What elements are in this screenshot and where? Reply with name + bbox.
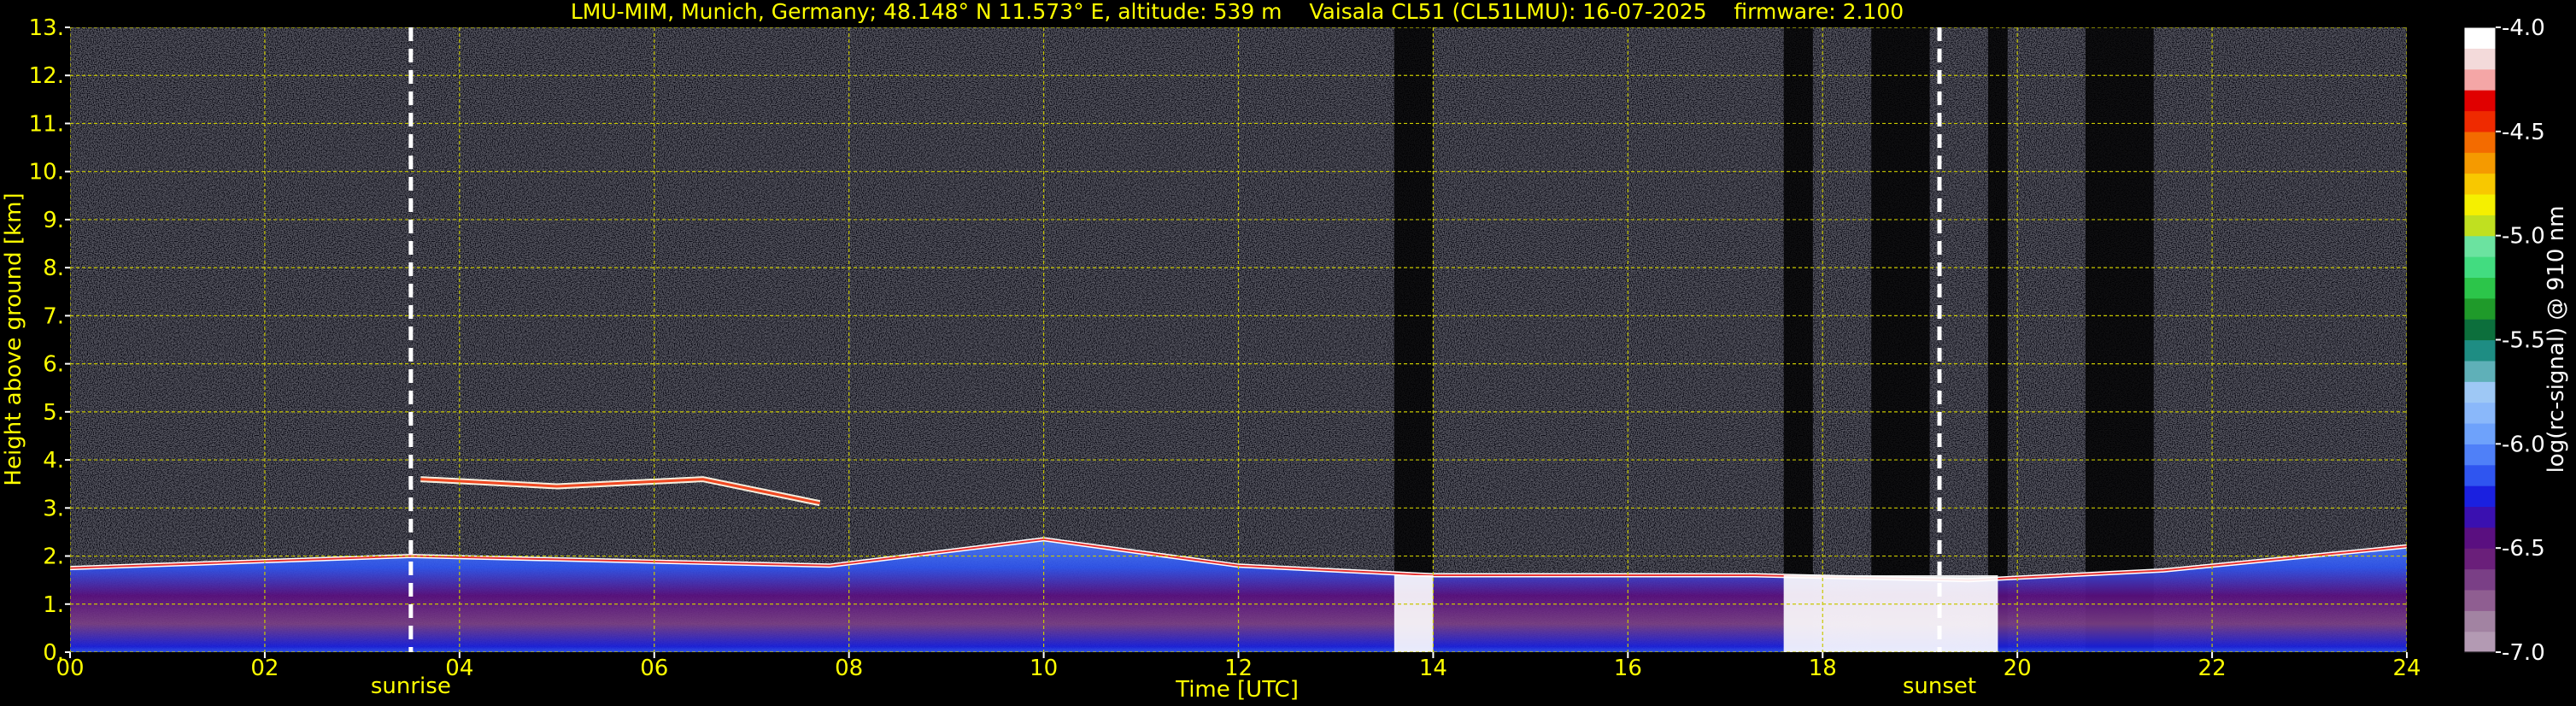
y-tick-label: 13.: [29, 15, 64, 41]
colorbar-tick-label: -6.0: [2502, 432, 2545, 457]
colorbar-segment: [2464, 193, 2496, 215]
colorbar-tick-label: -4.0: [2502, 15, 2545, 41]
y-tick-label: 0.: [43, 640, 64, 666]
colorbar-segment: [2464, 339, 2496, 362]
colorbar-tick-label: -6.5: [2502, 536, 2545, 562]
signal-gap: [1783, 27, 1813, 652]
colorbar-segment: [2464, 360, 2496, 382]
colorbar-tick-label: -5.0: [2502, 224, 2545, 250]
x-tick-label: 08: [835, 656, 863, 681]
colorbar: [2463, 26, 2497, 653]
x-tick-label: 02: [250, 656, 279, 681]
colorbar-segment: [2464, 277, 2496, 299]
colorbar-segment: [2464, 527, 2496, 549]
signal-gap: [1987, 27, 2008, 652]
colorbar-segment: [2464, 506, 2496, 528]
colorbar-segment: [2464, 297, 2496, 320]
colorbar-segment: [2464, 631, 2496, 653]
colorbar-label: log(rc-signal) @ 910 nm: [2544, 206, 2569, 474]
colorbar-segment: [2464, 27, 2496, 49]
colorbar-tick-label: -5.5: [2502, 328, 2545, 354]
plot-area: [70, 27, 2407, 652]
colorbar-segment: [2464, 131, 2496, 153]
colorbar-segment: [2464, 464, 2496, 486]
y-tick-label: 7.: [43, 303, 64, 329]
colorbar-segment: [2464, 319, 2496, 341]
ceilometer-figure: 00 02 04 06 08 10 12 14 16 18 20 22 24 0.1.2.3.4.5.6…: [0, 0, 2576, 706]
event-label-sunset: sunset: [1903, 674, 1976, 699]
y-tick-label: 8.: [43, 256, 64, 281]
colorbar-segment: [2464, 568, 2496, 591]
y-tick-label: 2.: [43, 544, 64, 570]
y-tick-label: 12.: [29, 63, 64, 89]
x-tick-label: 24: [2392, 656, 2421, 681]
colorbar-segment: [2464, 173, 2496, 195]
signal-gap: [2085, 27, 2154, 652]
cloud-block: [1394, 575, 1434, 652]
colorbar-segment: [2464, 90, 2496, 112]
cloud-block: [1783, 575, 1998, 652]
colorbar-segment: [2464, 548, 2496, 570]
colorbar-segment: [2464, 235, 2496, 257]
signal-gap: [1394, 27, 1434, 652]
chart-title: LMU-MIM, Munich, Germany; 48.148° N 11.5…: [571, 0, 1904, 24]
colorbar-segment: [2464, 589, 2496, 611]
y-tick-label: 1.: [43, 592, 64, 618]
colorbar-segment: [2464, 68, 2496, 91]
colorbar-segment: [2464, 110, 2496, 132]
colorbar-segment: [2464, 422, 2496, 444]
event-label-sunrise: sunrise: [371, 674, 451, 699]
y-tick-label: 11.: [29, 111, 64, 137]
y-axis-label: Height above ground [km]: [1, 192, 26, 485]
y-tick-label: 9.: [43, 208, 64, 233]
y-tick-label: 4.: [43, 448, 64, 474]
y-tick-label: 6.: [43, 352, 64, 378]
colorbar-segment: [2464, 444, 2496, 466]
x-tick-label: 22: [2198, 656, 2227, 681]
x-axis-label: Time [UTC]: [1175, 677, 1299, 703]
colorbar-segment: [2464, 215, 2496, 237]
x-tick-label: 20: [2004, 656, 2032, 681]
colorbar-segment: [2464, 381, 2496, 403]
x-tick-label: 14: [1419, 656, 1447, 681]
colorbar-segment: [2464, 152, 2496, 174]
colorbar-segment: [2464, 402, 2496, 424]
x-tick-label: 06: [640, 656, 668, 681]
colorbar-segment: [2464, 485, 2496, 508]
colorbar-segment: [2464, 610, 2496, 632]
x-tick-label: 16: [1614, 656, 1642, 681]
colorbar-tick-label: -4.5: [2502, 120, 2545, 145]
y-tick-label: 3.: [43, 496, 64, 521]
x-tick-label: 18: [1809, 656, 1837, 681]
colorbar-segment: [2464, 48, 2496, 70]
colorbar-segment: [2464, 256, 2496, 278]
colorbar-tick-label: -7.0: [2502, 640, 2545, 666]
x-tick-label: 10: [1030, 656, 1058, 681]
y-tick-label: 5.: [43, 400, 64, 426]
signal-gap: [1871, 27, 1930, 652]
y-tick-label: 10.: [29, 160, 64, 185]
